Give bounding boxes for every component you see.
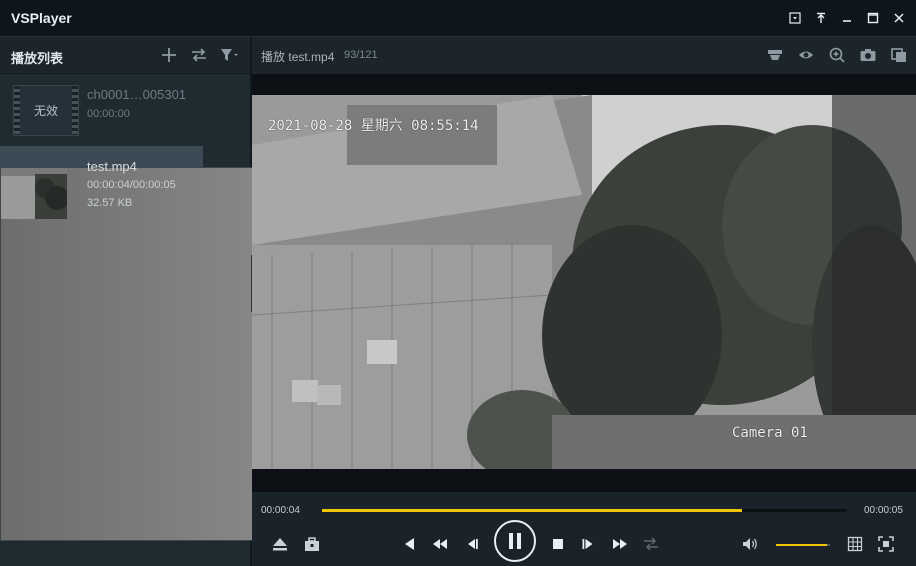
filter-icon[interactable] [218,45,240,65]
fast-forward-icon[interactable] [608,533,632,555]
current-time: 00:00:04 [261,505,300,516]
file-duration: 00:00:04/00:00:05 [87,179,176,191]
slow-down-icon[interactable] [428,533,452,555]
zoom-in-icon[interactable] [826,45,848,65]
playlist-tools [158,45,240,65]
file-name: ch0001…005301 [87,87,187,102]
volume-icon[interactable] [738,533,762,555]
title-bar: VSPlayer [0,0,916,37]
step-backward-icon[interactable] [459,533,483,555]
video-frame: 2021-08-28 星期六 08:55:14 Camera 01 [252,95,916,469]
osd-timestamp: 2021-08-28 星期六 08:55:14 [268,118,479,134]
volume-fill [776,544,828,546]
playlist-item-test-mp4[interactable]: test.mp4 00:00:04/00:00:05 32.57 KB [0,146,664,541]
total-time: 00:00:05 [864,505,903,516]
stop-icon[interactable] [546,533,570,555]
close-icon[interactable] [888,8,910,28]
player-header: 播放 test.mp4 93/121 [252,37,916,74]
add-icon[interactable] [158,45,180,65]
fullscreen-icon[interactable] [874,533,898,555]
fisheye-icon[interactable] [795,45,817,65]
window-controls [784,8,910,28]
osd-camera-label: Camera 01 [732,425,808,441]
playlist-panel: 播放列表 无效 ch0001…005301 00:00:00 test.mp4 … [0,37,664,566]
maximize-icon[interactable] [862,8,884,28]
progress-bar[interactable] [322,509,847,512]
player-top-tools [764,45,910,65]
current-file-name: test.mp4 [288,50,335,64]
playlist-title: 播放列表 [11,51,64,66]
toolbox-icon[interactable] [300,533,324,555]
eject-icon[interactable] [268,533,292,555]
video-viewport[interactable]: 2021-08-28 星期六 08:55:14 Camera 01 [252,74,916,492]
minimize-icon[interactable] [836,8,858,28]
playlist-item-invalid[interactable]: 无效 ch0001…005301 00:00:00 [0,74,250,146]
now-playing-label: 播放 test.mp4 [261,48,334,65]
video-scene [252,95,916,469]
camera-dome-icon[interactable] [764,45,786,65]
invalid-thumbnail: 无效 [13,85,79,136]
progress-fill [322,509,742,512]
volume-slider[interactable] [776,544,830,546]
playback-controls: 00:00:04 00:00:05 [252,492,916,566]
playlist-header: 播放列表 [0,37,250,74]
play-backward-icon[interactable] [397,533,421,555]
app-title: VSPlayer [11,10,72,26]
menu-dropdown-icon[interactable] [784,8,806,28]
grid-layout-icon[interactable] [843,533,867,555]
loop-mode-icon[interactable] [188,45,210,65]
file-duration: 00:00:00 [87,108,130,120]
snapshot-icon[interactable] [857,45,879,65]
file-size: 32.57 KB [87,197,133,209]
frame-sync-icon[interactable] [639,533,663,555]
status-label: 播放 [261,50,286,64]
step-forward-icon[interactable] [577,533,601,555]
thumb-invalid-label: 无效 [33,104,58,118]
player-area: 播放 test.mp4 93/121 2021-08-28 星期六 08:55:… [252,37,916,566]
pause-icon [509,533,521,549]
pause-button[interactable] [494,520,536,562]
pin-icon[interactable] [810,8,832,28]
file-name: test.mp4 [87,159,137,174]
clip-icon[interactable] [888,45,910,65]
frame-counter: 93/121 [344,49,378,61]
